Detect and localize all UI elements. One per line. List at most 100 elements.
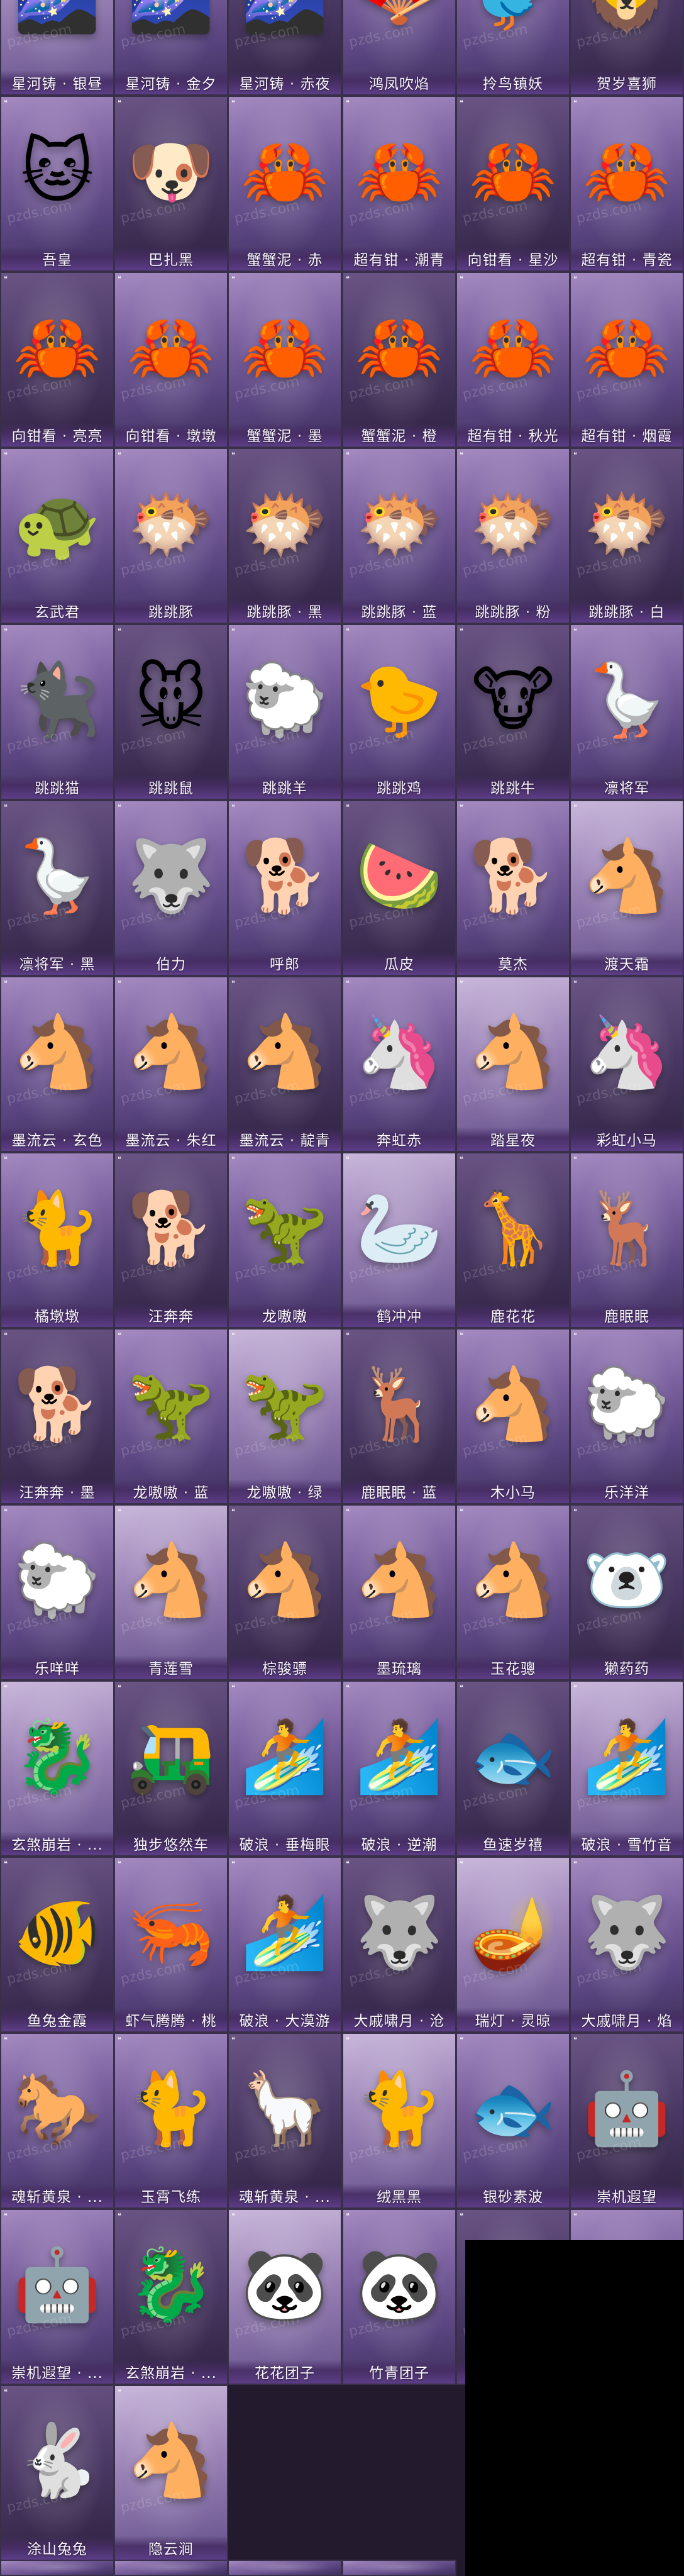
- item-name: 龙嗷嗷 · 绿: [229, 1479, 341, 1503]
- item-card[interactable]: ❝ 🦐 pzds.com 虾气腾腾 · 桃: [114, 1857, 228, 2033]
- item-card[interactable]: ❝ 🦙 pzds.com 魂斩黄泉 · ...: [228, 2033, 342, 2209]
- item-card[interactable]: ❝ 🐟 pzds.com 银砂素波: [456, 2033, 570, 2209]
- item-card[interactable]: ❝ 🐮 pzds.com 跳跳牛: [456, 624, 570, 800]
- item-card[interactable]: ❝ 🐺 pzds.com 大戚啸月 · 焰: [570, 1857, 684, 2033]
- item-image: 🐑: [241, 658, 329, 741]
- item-card[interactable]: ❝ 🐡 pzds.com 跳跳豚: [114, 448, 228, 624]
- item-card[interactable]: ❝ 🐴 pzds.com 玉花骢: [456, 1504, 570, 1680]
- item-card-partial[interactable]: [114, 2560, 228, 2576]
- item-card[interactable]: ❝ 🐕 pzds.com 汪奔奔 · 墨: [0, 1328, 114, 1504]
- item-card[interactable]: ❝ 🦀 pzds.com 向钳看 · 墩墩: [114, 272, 228, 448]
- item-card[interactable]: ❝ 🐻‍❄️ pzds.com 獭药药: [570, 1504, 684, 1680]
- item-card[interactable]: ❝ 🪔 pzds.com 瑞灯 · 灵晾: [456, 1857, 570, 2033]
- item-card[interactable]: ❝🐦pzds.com拎鸟镇妖: [456, 0, 570, 96]
- item-card-partial[interactable]: [228, 2560, 342, 2576]
- item-card[interactable]: ❝ 🐑 pzds.com 跳跳羊: [228, 624, 342, 800]
- item-card[interactable]: ❝ 🦀 pzds.com 向钳看 · 星沙: [456, 96, 570, 272]
- item-card[interactable]: ❝ 🐢 pzds.com 玄武君: [0, 448, 114, 624]
- item-name: 拎鸟镇妖: [457, 70, 569, 94]
- item-card-partial[interactable]: [0, 2560, 114, 2576]
- item-card[interactable]: ❝ 🦢 pzds.com 鹤冲冲: [342, 1152, 456, 1328]
- item-card[interactable]: ❝ 🦌 pzds.com 鹿眠眠 · 蓝: [342, 1328, 456, 1504]
- item-card[interactable]: ❝ 🛺 pzds.com 独步悠然车: [114, 1680, 228, 1857]
- item-card[interactable]: ❝ 🦄 pzds.com 奔虹赤: [342, 976, 456, 1152]
- item-card[interactable]: ❝ 🐡 pzds.com 跳跳豚 · 黑: [228, 448, 342, 624]
- item-image: 🐉: [127, 2243, 215, 2326]
- item-card[interactable]: ❝ 🍉 pzds.com 瓜皮: [342, 800, 456, 976]
- item-card[interactable]: ❝ 🐴 pzds.com 青莲雪: [114, 1504, 228, 1680]
- item-card[interactable]: ❝ 🦀 pzds.com 蟹蟹泥 · 赤: [228, 96, 342, 272]
- item-card[interactable]: ❝ 🐴 pzds.com 墨流云 · 朱红: [114, 976, 228, 1152]
- item-card[interactable]: ❝ 🐴 pzds.com 棕骏骠: [228, 1504, 342, 1680]
- item-card[interactable]: ❝ 🐡 pzds.com 跳跳豚 · 白: [570, 448, 684, 624]
- item-card[interactable]: ❝ 🐶 pzds.com 巴扎黑: [114, 96, 228, 272]
- item-card[interactable]: ❝ 🐕 pzds.com 汪奔奔: [114, 1152, 228, 1328]
- item-card[interactable]: ❝ 🦄 pzds.com 彩虹小马: [570, 976, 684, 1152]
- item-card[interactable]: ❝ 🏄 pzds.com 破浪 · 大漠游: [228, 1857, 342, 2033]
- item-card[interactable]: ❝ 🏄 pzds.com 破浪 · 逆潮: [342, 1680, 456, 1857]
- item-card[interactable]: ❝ 🏄 pzds.com 破浪 · 雪竹音: [570, 1680, 684, 1857]
- item-card[interactable]: ❝ 🤖 pzds.com 崇机遐望: [570, 2033, 684, 2209]
- item-card[interactable]: ❝ 🐈 pzds.com 橘墩墩: [0, 1152, 114, 1328]
- item-card[interactable]: ❝ 🦀 pzds.com 超有钳 · 青瓷: [570, 96, 684, 272]
- item-card[interactable]: ❝ 🐼 pzds.com 竹青团子: [342, 2209, 456, 2385]
- item-card[interactable]: ❝ 🐼 pzds.com 花花团子: [228, 2209, 342, 2385]
- item-card[interactable]: ❝ 🐺 pzds.com 大戚啸月 · 沧: [342, 1857, 456, 2033]
- item-card[interactable]: ❝ 🐑 pzds.com 乐洋洋: [570, 1328, 684, 1504]
- item-card[interactable]: ❝ 🐡 pzds.com 跳跳豚 · 粉: [456, 448, 570, 624]
- item-card[interactable]: ❝ 🐎 pzds.com 魂斩黄泉 · ...: [0, 2033, 114, 2209]
- item-card[interactable]: ❝ 🐴 pzds.com 墨流云 · 玄色: [0, 976, 114, 1152]
- item-card[interactable]: ❝ 🐈 pzds.com 绒黑黑: [342, 2033, 456, 2209]
- item-card[interactable]: ❝ 🦀 pzds.com 超有钳 · 潮青: [342, 96, 456, 272]
- corner-mark-icon: ❝: [118, 2036, 121, 2044]
- item-name: 巴扎黑: [115, 247, 227, 270]
- item-card[interactable]: ❝🪭pzds.com鸿凤吹焰: [342, 0, 456, 96]
- item-card[interactable]: ❝ 🐭 pzds.com 跳跳鼠: [114, 624, 228, 800]
- item-card[interactable]: ❝ 🦖 pzds.com 龙嗷嗷 · 绿: [228, 1328, 342, 1504]
- item-card[interactable]: ❝ 🐴 pzds.com 渡天霜: [570, 800, 684, 976]
- item-card-partial[interactable]: [342, 2560, 456, 2576]
- item-card[interactable]: ❝ 🐱 pzds.com 吾皇: [0, 96, 114, 272]
- item-card[interactable]: ❝🌌pzds.com星河铸 · 赤夜: [228, 0, 342, 96]
- item-name: 星河铸 · 银昼: [1, 70, 113, 94]
- item-card[interactable]: ❝ 🐴 pzds.com 墨流云 · 靛青: [228, 976, 342, 1152]
- item-card[interactable]: ❝🌌pzds.com星河铸 · 金夕: [114, 0, 228, 96]
- item-card[interactable]: ❝ 🦀 pzds.com 向钳看 · 亮亮: [0, 272, 114, 448]
- item-card[interactable]: ❝ 🐡 pzds.com 跳跳豚 · 蓝: [342, 448, 456, 624]
- item-card[interactable]: ❝🦁pzds.com贺岁喜狮: [570, 0, 684, 96]
- item-card[interactable]: ❝ 🐈‍⬛ pzds.com 跳跳猫: [0, 624, 114, 800]
- item-card[interactable]: ❝ 🦖 pzds.com 龙嗷嗷 · 蓝: [114, 1328, 228, 1504]
- item-card[interactable]: ❝ 🐟 pzds.com 鱼速岁禧: [456, 1680, 570, 1857]
- item-card[interactable]: ❝ 🐴 pzds.com 隐云涧: [114, 2385, 228, 2561]
- item-card[interactable]: ❝ 🐑 pzds.com 乐咩咩: [0, 1504, 114, 1680]
- item-card[interactable]: ❝ 🐇 pzds.com 涂山兔兔: [0, 2385, 114, 2561]
- corner-mark-icon: ❝: [118, 1155, 121, 1163]
- item-card[interactable]: ❝ 🦀 pzds.com 蟹蟹泥 · 墨: [228, 272, 342, 448]
- item-card[interactable]: ❝ 🐕 pzds.com 莫杰: [456, 800, 570, 976]
- item-card[interactable]: ❝ 🦀 pzds.com 蟹蟹泥 · 橙: [342, 272, 456, 448]
- item-card[interactable]: ❝ 🐺 pzds.com 伯力: [114, 800, 228, 976]
- item-card[interactable]: ❝ 🐉 pzds.com 玄煞崩岩 · ...: [114, 2209, 228, 2385]
- item-card[interactable]: ❝ 🦀 pzds.com 超有钳 · 烟霞: [570, 272, 684, 448]
- item-card[interactable]: ❝ 🦒 pzds.com 鹿花花: [456, 1152, 570, 1328]
- item-card[interactable]: ❝ 🐤 pzds.com 跳跳鸡: [342, 624, 456, 800]
- corner-mark-icon: ❝: [118, 99, 121, 107]
- item-card[interactable]: ❝ 🐴 pzds.com 墨琉璃: [342, 1504, 456, 1680]
- item-image: 🐴: [355, 1539, 443, 1621]
- item-card[interactable]: ❝ 🐠 pzds.com 鱼兔金霞: [0, 1857, 114, 2033]
- item-card[interactable]: ❝ 🏄 pzds.com 破浪 · 垂梅眼: [228, 1680, 342, 1857]
- item-card[interactable]: ❝ 🐈 pzds.com 玉霄飞练: [114, 2033, 228, 2209]
- item-card[interactable]: ❝ 🤖 pzds.com 崇机遐望 · ...: [0, 2209, 114, 2385]
- item-card[interactable]: ❝ 🦀 pzds.com 超有钳 · 秋光: [456, 272, 570, 448]
- item-card[interactable]: ❝ 🪿 pzds.com 凛将军 · 黑: [0, 800, 114, 976]
- item-card[interactable]: ❝ 🐴 pzds.com 木小马: [456, 1328, 570, 1504]
- item-card[interactable]: ❝ 🐕 pzds.com 呼郎: [228, 800, 342, 976]
- item-card[interactable]: ❝ 🐴 pzds.com 踏星夜: [456, 976, 570, 1152]
- item-card[interactable]: ❝🌌pzds.com星河铸 · 银昼: [0, 0, 114, 96]
- item-card[interactable]: ❝ 🦌 pzds.com 鹿眠眠: [570, 1152, 684, 1328]
- item-name: 涂山兔兔: [1, 2536, 113, 2560]
- item-card[interactable]: ❝ 🐉 pzds.com 玄煞崩岩 · ...: [0, 1680, 114, 1857]
- item-card[interactable]: ❝ 🪿 pzds.com 凛将军: [570, 624, 684, 800]
- item-image: 🦀: [13, 306, 101, 389]
- item-card[interactable]: ❝ 🦖 pzds.com 龙嗷嗷: [228, 1152, 342, 1328]
